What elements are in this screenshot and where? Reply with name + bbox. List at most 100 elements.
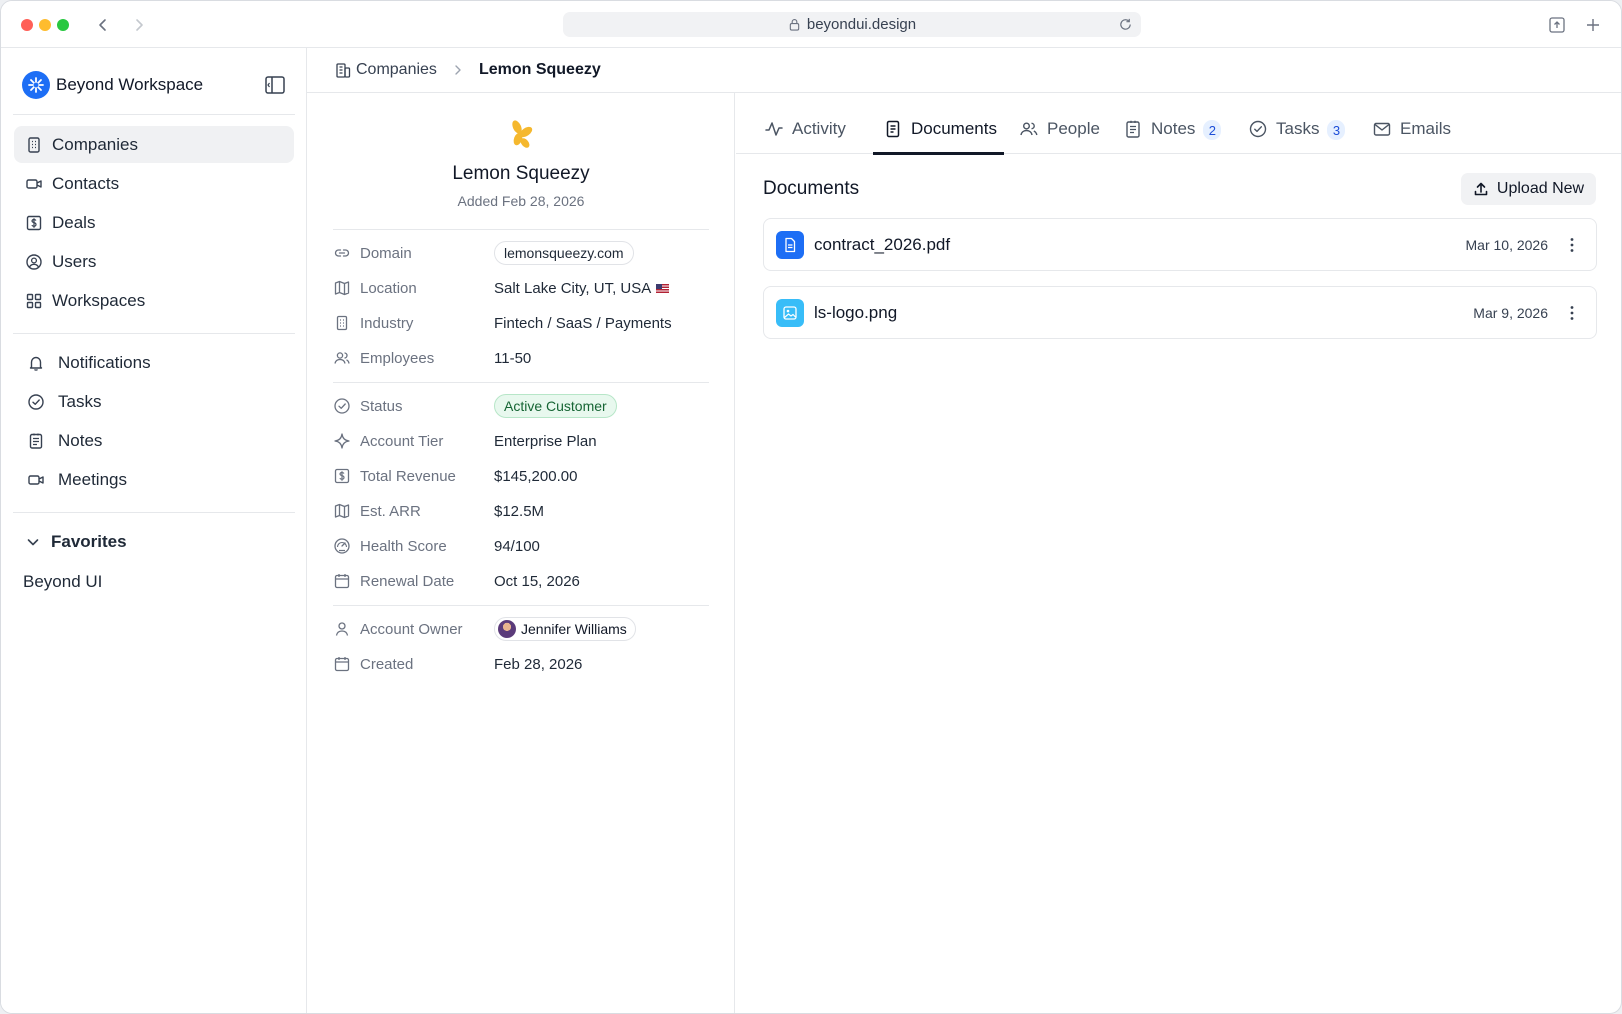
chevron-right-icon: [455, 65, 461, 75]
tasks-count-badge: 3: [1327, 120, 1346, 140]
more-options-icon[interactable]: [1562, 303, 1582, 323]
sidebar-item-label: Notes: [58, 430, 103, 450]
building-icon: [333, 314, 351, 332]
tab-activity[interactable]: Activity: [764, 110, 860, 154]
breadcrumb: Companies Lemon Squeezy: [307, 48, 1621, 93]
notes-count-badge: 2: [1203, 120, 1222, 140]
sidebar-divider: [13, 512, 295, 513]
favorite-item-beyond-ui[interactable]: Beyond UI: [23, 572, 102, 592]
browser-window: beyondui.design Beyond Workspace Compani…: [0, 0, 1622, 1014]
property-label: Account Owner: [360, 620, 463, 638]
tab-label: Emails: [1400, 119, 1452, 138]
property-renewal-date: Renewal Date Oct 15, 2026: [333, 568, 713, 594]
property-value: Oct 15, 2026: [494, 572, 580, 590]
sidebar-item-contacts[interactable]: Contacts: [14, 165, 294, 202]
company-detail-panel: Lemon Squeezy Added Feb 28, 2026 Domain …: [307, 93, 735, 1013]
link-icon: [333, 244, 351, 262]
property-label: Industry: [360, 314, 414, 332]
property-label: Domain: [360, 244, 412, 262]
sidebar-item-notifications[interactable]: Notifications: [14, 344, 294, 381]
document-row[interactable]: contract_2026.pdf Mar 10, 2026: [763, 218, 1597, 271]
maximize-window-button[interactable]: [57, 19, 69, 31]
document-date: Mar 10, 2026: [1465, 236, 1549, 253]
favorites-toggle[interactable]: Favorites: [25, 532, 127, 552]
tab-label: Tasks: [1276, 119, 1320, 138]
property-employees: Employees 11-50: [333, 345, 713, 371]
property-created: Created Feb 28, 2026: [333, 651, 713, 677]
property-label: Account Tier: [360, 432, 444, 450]
grid-icon: [24, 291, 44, 311]
more-options-icon[interactable]: [1562, 235, 1582, 255]
check-circle-icon: [1249, 120, 1267, 138]
document-row[interactable]: ls-logo.png Mar 9, 2026: [763, 286, 1597, 339]
breadcrumb-companies-link[interactable]: Companies: [356, 61, 437, 79]
dollar-icon: [24, 213, 44, 233]
video-icon: [24, 174, 44, 194]
dollar-icon: [333, 467, 351, 485]
tab-notes[interactable]: Notes 2: [1123, 110, 1233, 154]
sidebar-item-label: Notifications: [58, 352, 151, 372]
map-icon: [333, 502, 351, 520]
sidebar-item-workspaces[interactable]: Workspaces: [14, 282, 294, 319]
main-content: Activity Documents People Notes 2 Tasks …: [736, 93, 1621, 1013]
user-circle-icon: [24, 252, 44, 272]
property-label: Status: [360, 397, 403, 415]
sidebar-item-meetings[interactable]: Meetings: [14, 461, 294, 498]
breadcrumb-current: Lemon Squeezy: [478, 61, 601, 78]
sidebar: Beyond Workspace Companies Contacts Deal…: [1, 48, 307, 1013]
new-tab-icon[interactable]: [1582, 14, 1604, 36]
address-bar[interactable]: beyondui.design: [563, 12, 1141, 37]
upload-new-button[interactable]: Upload New: [1461, 173, 1596, 205]
tab-documents[interactable]: Documents: [873, 110, 1004, 155]
workspace-name: Beyond Workspace: [56, 75, 204, 94]
reload-icon[interactable]: [1118, 17, 1133, 32]
property-label: Created: [360, 655, 414, 673]
tab-label: Activity: [792, 119, 846, 138]
sidebar-item-deals[interactable]: Deals: [14, 204, 294, 241]
account-owner-chip[interactable]: Jennifer Williams: [494, 617, 636, 641]
tab-bar: Activity Documents People Notes 2 Tasks …: [736, 93, 1621, 155]
sidebar-item-tasks[interactable]: Tasks: [14, 383, 294, 420]
share-icon[interactable]: [1546, 14, 1568, 36]
user-icon: [333, 620, 351, 638]
property-value: Salt Lake City, UT, USA: [494, 279, 670, 297]
tab-people[interactable]: People: [1019, 110, 1109, 154]
building-icon: [336, 63, 351, 78]
document-name: ls-logo.png: [814, 302, 898, 322]
sidebar-divider: [13, 114, 295, 115]
map-icon: [333, 279, 351, 297]
property-value: Enterprise Plan: [494, 432, 597, 450]
sidebar-item-label: Companies: [52, 134, 138, 154]
video-icon: [26, 470, 46, 490]
property-value: 11-50: [494, 349, 532, 367]
tab-tasks[interactable]: Tasks 3: [1248, 110, 1358, 154]
sidebar-toggle-icon[interactable]: [263, 73, 287, 97]
forward-icon[interactable]: [127, 13, 151, 37]
us-flag-icon: [656, 284, 670, 294]
property-status: Status Active Customer: [333, 393, 713, 419]
gauge-icon: [333, 537, 351, 555]
property-account-owner: Account Owner Jennifer Williams: [333, 616, 713, 642]
sidebar-item-users[interactable]: Users: [14, 243, 294, 280]
property-value: $12.5M: [494, 502, 545, 520]
sidebar-item-notes[interactable]: Notes: [14, 422, 294, 459]
close-window-button[interactable]: [21, 19, 33, 31]
location-text: Salt Lake City, UT, USA: [494, 279, 652, 297]
domain-link[interactable]: lemonsqueezy.com: [494, 241, 634, 265]
workspace-logo-icon: [22, 71, 50, 99]
tab-emails[interactable]: Emails: [1372, 110, 1472, 154]
property-value: 94/100: [494, 537, 540, 555]
workspace-switcher[interactable]: Beyond Workspace: [22, 70, 287, 100]
sidebar-item-companies[interactable]: Companies: [14, 126, 294, 163]
bell-icon: [26, 353, 46, 373]
property-industry: Industry Fintech / SaaS / Payments: [333, 310, 713, 336]
property-account-tier: Account Tier Enterprise Plan: [333, 428, 713, 454]
property-label: Health Score: [360, 537, 447, 555]
back-icon[interactable]: [91, 13, 115, 37]
upload-icon: [1474, 182, 1488, 196]
minimize-window-button[interactable]: [39, 19, 51, 31]
property-value: $145,200.00: [494, 467, 578, 485]
tab-label: Notes: [1151, 119, 1196, 138]
detail-divider: [333, 229, 709, 230]
users-icon: [1020, 122, 1038, 136]
